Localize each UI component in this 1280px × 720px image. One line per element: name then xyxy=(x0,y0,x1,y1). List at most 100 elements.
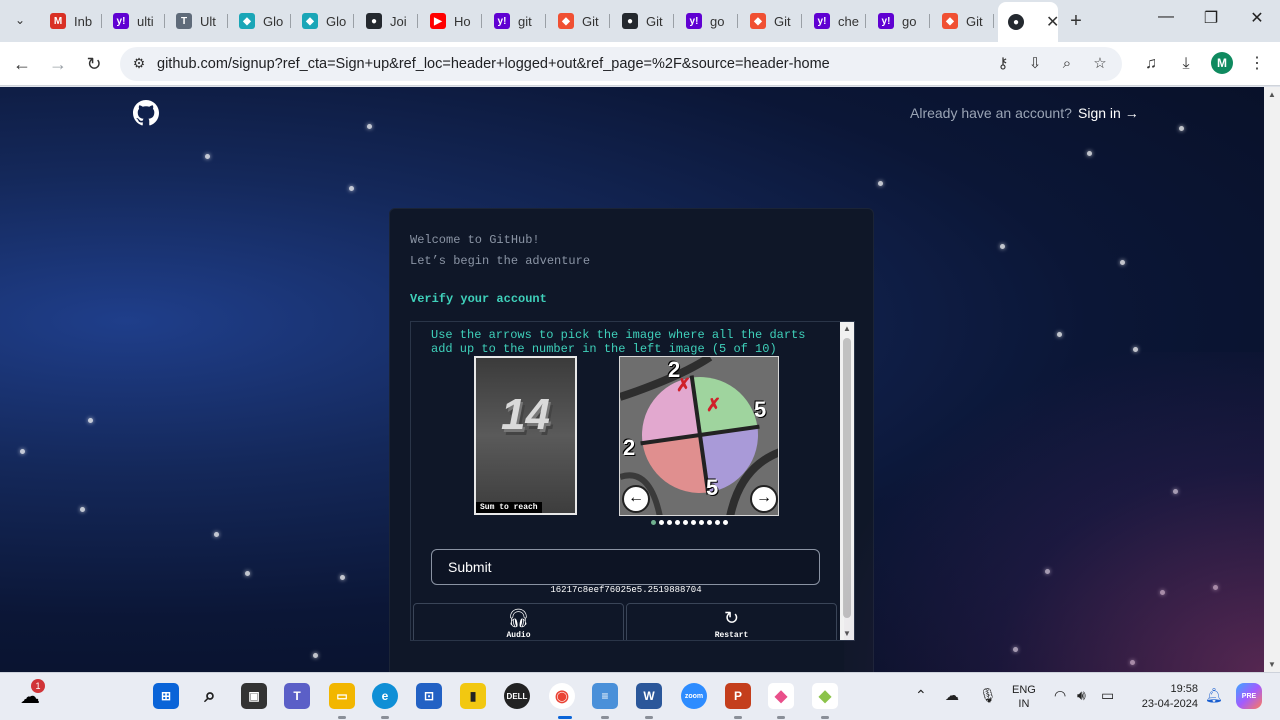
scroll-up-icon[interactable]: ▲ xyxy=(840,324,854,333)
reload-button[interactable]: ↻ xyxy=(82,52,106,76)
url-text[interactable]: github.com/signup?ref_cta=Sign+up&ref_lo… xyxy=(157,56,830,72)
star-decoration xyxy=(20,449,25,454)
github-icon: ● xyxy=(622,13,638,29)
language-indicator[interactable]: ENG IN xyxy=(1012,683,1036,711)
downloads-icon[interactable]: ⤓ xyxy=(1175,53,1197,75)
more-menu-icon[interactable]: ⋮ xyxy=(1246,53,1268,75)
star-decoration xyxy=(214,532,219,537)
github-logo-icon[interactable] xyxy=(133,100,159,126)
tab-item[interactable]: ◆ Git xyxy=(932,6,994,36)
onedrive-icon[interactable]: ☁ xyxy=(945,687,959,704)
microphone-icon[interactable]: 🎙︎ xyxy=(979,687,997,704)
word-icon[interactable]: W xyxy=(636,683,662,709)
tab-item[interactable]: ● Git xyxy=(612,6,674,36)
captcha-frame: Use the arrows to pick the image where a… xyxy=(410,321,855,641)
dell-icon[interactable]: DELL xyxy=(504,683,530,709)
tab-label: Git xyxy=(774,13,791,29)
battery-icon[interactable]: ▭ xyxy=(1101,687,1114,704)
clock[interactable]: 19:58 23-04-2024 xyxy=(1134,682,1198,712)
address-bar[interactable]: ⚙ github.com/signup?ref_cta=Sign+up&ref_… xyxy=(120,47,1122,81)
teams-icon[interactable]: T xyxy=(284,683,310,709)
edge-icon[interactable]: e xyxy=(372,683,398,709)
scrollbar-thumb[interactable] xyxy=(843,338,851,618)
submit-button[interactable]: Submit xyxy=(431,549,820,585)
star-decoration xyxy=(1213,585,1218,590)
volume-icon[interactable]: 🔊︎ xyxy=(1077,687,1086,704)
window-close-button[interactable]: ✕ xyxy=(1245,8,1269,28)
back-button[interactable]: ← xyxy=(10,52,34,76)
tab-item[interactable]: ● Joi xyxy=(356,6,418,36)
site-info-icon[interactable]: ⚙ xyxy=(130,55,148,73)
chevron-up-icon[interactable]: ⌃ xyxy=(915,687,927,704)
notification-bell-icon[interactable]: 🔔︎ xyxy=(1205,687,1223,704)
tab-separator xyxy=(737,14,738,28)
captcha-scrollbar[interactable]: ▲ ▼ xyxy=(840,322,854,640)
install-app-icon[interactable]: ⇩ xyxy=(1025,54,1045,74)
tab-label: che xyxy=(838,13,859,29)
tab-item[interactable]: y! ulti xyxy=(103,6,165,36)
star-decoration xyxy=(1000,244,1005,249)
search-icon[interactable]: ⌕ xyxy=(197,683,223,709)
github-icon: ● xyxy=(366,13,382,29)
start-button[interactable]: ⊞ xyxy=(153,683,179,709)
new-tab-button[interactable]: + xyxy=(1066,10,1086,33)
tab-label: Inb xyxy=(74,13,93,29)
github-signup-page: Already have an account? Sign in → Welco… xyxy=(0,87,1264,672)
minimize-button[interactable]: — xyxy=(1154,8,1178,26)
scroll-up-icon[interactable]: ▲ xyxy=(1264,90,1280,99)
star-decoration xyxy=(1173,489,1178,494)
power-bi-icon[interactable]: ▮ xyxy=(460,683,486,709)
close-icon[interactable]: ✕ xyxy=(1046,12,1058,32)
next-image-button[interactable]: → xyxy=(750,485,778,513)
tab-separator xyxy=(673,14,674,28)
tab-separator xyxy=(417,14,418,28)
tab-active-github[interactable]: ● ✕ xyxy=(998,2,1058,42)
tab-strip: ⌄ M Inb y! ulti T Ult ◆ Glo ◆ Glo ● Joi ▶ Ho y! git ◆ Git… xyxy=(0,0,1280,42)
restore-button[interactable]: ❐ xyxy=(1199,8,1223,28)
zoom-icon[interactable]: zoom xyxy=(681,683,707,709)
tab-item[interactable]: ▶ Ho xyxy=(420,6,482,36)
tab-item[interactable]: y! git xyxy=(484,6,546,36)
tab-item[interactable]: M Inb xyxy=(40,6,102,36)
app-diamond-icon[interactable]: ◆ xyxy=(812,683,838,709)
notepad-icon[interactable]: ≡ xyxy=(592,683,618,709)
store-icon[interactable]: ⊡ xyxy=(416,683,442,709)
scroll-down-icon[interactable]: ▼ xyxy=(1264,660,1280,669)
tab-separator xyxy=(929,14,930,28)
password-key-icon[interactable]: ⚷ xyxy=(993,54,1013,74)
task-view-icon[interactable]: ▣ xyxy=(241,683,267,709)
restart-button[interactable]: ↻ Restart xyxy=(626,603,837,640)
file-explorer-icon[interactable]: ▭ xyxy=(329,683,355,709)
tab-item[interactable]: T Ult xyxy=(166,6,228,36)
powerpoint-icon[interactable]: P xyxy=(725,683,751,709)
bookmark-star-icon[interactable]: ☆ xyxy=(1090,54,1110,74)
star-decoration xyxy=(340,575,345,580)
tab-search-button[interactable]: ⌄ xyxy=(8,8,32,32)
audio-button[interactable]: 🎧︎ Audio xyxy=(413,603,624,640)
captcha-instruction: Use the arrows to pick the image where a… xyxy=(431,328,806,356)
sign-in-link[interactable]: Sign in → xyxy=(1078,105,1139,121)
tab-item[interactable]: ◆ Git xyxy=(548,6,610,36)
media-controls-icon[interactable]: ♫ xyxy=(1140,53,1162,75)
tab-label: Ult xyxy=(200,13,216,29)
tab-item[interactable]: ◆ Glo xyxy=(229,6,291,36)
profile-avatar[interactable]: M xyxy=(1211,52,1233,74)
copilot-icon[interactable]: PRE xyxy=(1236,683,1262,709)
audio-label: Audio xyxy=(506,631,531,640)
wifi-icon[interactable]: ◠ xyxy=(1054,687,1066,704)
chrome-icon[interactable]: ◉ xyxy=(549,683,575,709)
tab-item[interactable]: ◆ Glo xyxy=(292,6,354,36)
page-scrollbar[interactable]: ▲ ▼ xyxy=(1264,87,1280,672)
previous-image-button[interactable]: ← xyxy=(622,485,650,513)
forward-button[interactable]: → xyxy=(46,52,70,76)
zoom-icon[interactable]: ⌕ xyxy=(1057,54,1077,74)
tab-label: Git xyxy=(966,13,983,29)
tab-item[interactable]: y! go xyxy=(676,6,738,36)
tab-item[interactable]: ◆ Git xyxy=(740,6,802,36)
browser-toolbar: ← → ↻ ⚙ github.com/signup?ref_cta=Sign+u… xyxy=(0,42,1280,86)
git-icon: ◆ xyxy=(558,13,574,29)
scroll-down-icon[interactable]: ▼ xyxy=(840,629,854,638)
tab-item[interactable]: y! go xyxy=(868,6,930,36)
app-diamond-icon[interactable]: ◆ xyxy=(768,683,794,709)
tab-item[interactable]: y! che xyxy=(804,6,866,36)
